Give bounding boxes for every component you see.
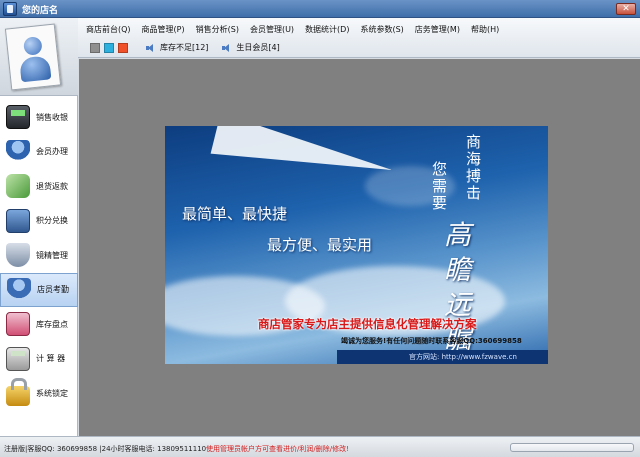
title-bar: 您的店名 ✕ bbox=[0, 0, 640, 18]
menu-item-store-affairs[interactable]: 店务管理(M) bbox=[415, 24, 460, 35]
sidebar-item-label: 会员办理 bbox=[36, 147, 68, 157]
banner-slogan-1: 最简单、最快捷 bbox=[182, 205, 288, 223]
theme-swatch-blue[interactable] bbox=[104, 42, 114, 53]
toolbar: 库存不足[12] 生日会员[4] bbox=[90, 42, 280, 53]
banner-tagline: 商店管家专为店主提供信息化管理解决方案 bbox=[258, 317, 477, 331]
lock-icon bbox=[6, 377, 30, 406]
return-icon bbox=[6, 174, 30, 199]
sidebar-nav: 销售收银 会员办理 退货返款 积分兑换 镜精管理 店员考勤 库存盘点 计 算 器… bbox=[0, 100, 78, 411]
sidebar-item-label: 计 算 器 bbox=[36, 354, 66, 364]
sidebar-item-staff-attendance[interactable]: 店员考勤 bbox=[0, 272, 78, 307]
sidebar-item-label: 店员考勤 bbox=[37, 285, 69, 295]
window-title: 您的店名 bbox=[22, 6, 59, 16]
close-button[interactable]: ✕ bbox=[616, 3, 636, 15]
sidebar-item-lock[interactable]: 系统锁定 bbox=[0, 376, 78, 411]
sidebar-item-returns[interactable]: 退货返款 bbox=[0, 169, 78, 204]
user-avatar-icon bbox=[4, 23, 62, 91]
member-icon bbox=[6, 139, 30, 164]
sidebar-item-member[interactable]: 会员办理 bbox=[0, 135, 78, 170]
menu-bar: 商店前台(Q) 商品管理(P) 销售分析(S) 会员管理(U) 数据统计(D) … bbox=[86, 24, 510, 35]
banner-slogan-2: 最方便、最实用 bbox=[267, 236, 373, 254]
theme-swatch-orange[interactable] bbox=[118, 42, 128, 53]
theme-swatch-gray[interactable] bbox=[90, 42, 100, 53]
menu-item-storefront[interactable]: 商店前台(Q) bbox=[86, 24, 131, 35]
banner-vertical-text-2: 您需要 bbox=[431, 160, 447, 212]
sidebar-item-label: 镜精管理 bbox=[36, 250, 68, 260]
banner-footer: 官方网站: http://www.fzwave.cn bbox=[337, 350, 548, 364]
sidebar-item-label: 积分兑换 bbox=[36, 216, 68, 226]
shield-icon bbox=[6, 243, 30, 268]
menu-item-settings[interactable]: 系统参数(S) bbox=[360, 24, 403, 35]
speaker-icon bbox=[222, 43, 232, 53]
calculator-icon bbox=[6, 346, 30, 371]
sidebar-item-label: 退货返款 bbox=[36, 181, 68, 191]
banner-contact: 竭诚为您服务!有任何问题随时联系客服QQ:360699858 bbox=[341, 337, 522, 345]
promo-banner: 最简单、最快捷 最方便、最实用 商海搏击 您需要 高瞻远瞩 商店管家专为店主提供… bbox=[165, 126, 548, 364]
sidebar-item-calculator[interactable]: 计 算 器 bbox=[0, 342, 78, 377]
paper-plane-graphic bbox=[210, 126, 396, 198]
top-bar: 商店前台(Q) 商品管理(P) 销售分析(S) 会员管理(U) 数据统计(D) … bbox=[78, 18, 640, 58]
status-info: 注册版|客服QQ: 360699858 |24小时客服电话: 138095111… bbox=[4, 445, 207, 453]
inventory-icon bbox=[6, 312, 30, 337]
menu-item-statistics[interactable]: 数据统计(D) bbox=[305, 24, 349, 35]
sidebar-item-inventory[interactable]: 库存盘点 bbox=[0, 307, 78, 342]
speaker-icon bbox=[146, 43, 156, 53]
sidebar-item-points[interactable]: 积分兑换 bbox=[0, 204, 78, 239]
workspace: 最简单、最快捷 最方便、最实用 商海搏击 您需要 高瞻远瞩 商店管家专为店主提供… bbox=[79, 59, 640, 436]
banner-website: 官方网站: http://www.fzwave.cn bbox=[409, 353, 517, 361]
banner-vertical-text-1: 商海搏击 bbox=[465, 133, 481, 202]
progress-bar bbox=[510, 443, 634, 452]
sidebar-item-label: 系统锁定 bbox=[36, 388, 68, 398]
status-warning: 使用管理员帐户方可查看进价/利润/删除/修改! bbox=[206, 445, 349, 453]
menu-item-help[interactable]: 帮助(H) bbox=[471, 24, 499, 35]
sidebar-item-label: 销售收银 bbox=[36, 112, 68, 122]
status-bar: 注册版|客服QQ: 360699858 |24小时客服电话: 138095111… bbox=[0, 436, 640, 457]
sidebar: 销售收银 会员办理 退货返款 积分兑换 镜精管理 店员考勤 库存盘点 计 算 器… bbox=[0, 18, 78, 436]
staff-icon bbox=[7, 277, 31, 302]
app-icon bbox=[3, 2, 17, 16]
sidebar-item-sales-checkout[interactable]: 销售收银 bbox=[0, 100, 78, 135]
birthday-alert-button[interactable]: 生日会员[4] bbox=[222, 42, 280, 53]
sidebar-item-label: 库存盘点 bbox=[36, 319, 68, 329]
menu-item-products[interactable]: 商品管理(P) bbox=[142, 24, 185, 35]
stock-alert-button[interactable]: 库存不足[12] bbox=[146, 42, 208, 53]
stock-alert-label: 库存不足[12] bbox=[160, 43, 209, 52]
menu-item-sales-analysis[interactable]: 销售分析(S) bbox=[196, 24, 239, 35]
sidebar-item-management[interactable]: 镜精管理 bbox=[0, 238, 78, 273]
menu-item-members[interactable]: 会员管理(U) bbox=[250, 24, 294, 35]
pos-terminal-icon bbox=[6, 105, 30, 130]
avatar-panel bbox=[0, 18, 78, 96]
birthday-alert-label: 生日会员[4] bbox=[236, 43, 280, 52]
points-exchange-icon bbox=[6, 208, 30, 233]
